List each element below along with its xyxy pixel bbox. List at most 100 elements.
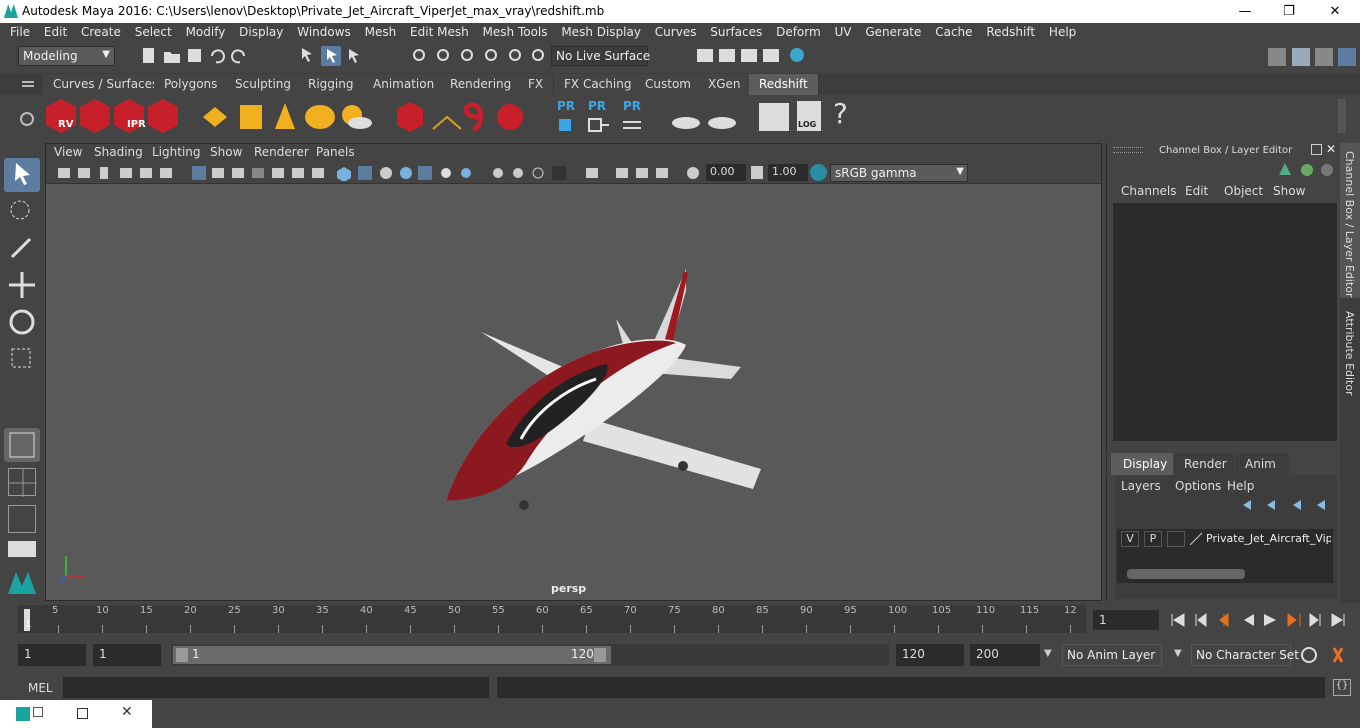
menu-redshift[interactable]: Redshift xyxy=(986,23,1035,39)
maximize-button[interactable]: ❐ xyxy=(1266,2,1312,21)
menu-create[interactable]: Create xyxy=(81,23,121,39)
maya-home-icon[interactable] xyxy=(6,568,38,596)
chevron-down-icon[interactable]: ▼ xyxy=(1174,648,1182,659)
menu-deform[interactable]: Deform xyxy=(776,23,821,39)
shelf-scrollbar[interactable] xyxy=(1338,99,1346,133)
tab-xgen[interactable]: XGen xyxy=(698,74,752,95)
gamma-field[interactable]: 1.00 xyxy=(768,164,808,181)
vp-menu-lighting[interactable]: Lighting xyxy=(152,145,201,159)
tab-animation[interactable]: Animation xyxy=(363,74,446,95)
tab-fx[interactable]: FX xyxy=(518,74,555,95)
menu-generate[interactable]: Generate xyxy=(865,23,921,39)
vp-menu-panels[interactable]: Panels xyxy=(316,145,355,159)
current-frame-field[interactable]: 1 xyxy=(1093,610,1159,630)
tab-rigging[interactable]: Rigging xyxy=(298,74,365,95)
cb-menu-edit[interactable]: Edit xyxy=(1185,184,1208,198)
end-time-field[interactable]: 200 xyxy=(970,644,1040,666)
select-tool-button[interactable] xyxy=(4,158,40,192)
start-time-field[interactable]: 1 xyxy=(18,644,86,666)
scale-tool-button[interactable] xyxy=(4,341,40,375)
menu-mesh-display[interactable]: Mesh Display xyxy=(561,23,641,39)
shelf-menu-icon[interactable] xyxy=(22,81,34,83)
tab-fx-caching[interactable]: FX Caching xyxy=(554,74,643,95)
restore-icon[interactable] xyxy=(33,707,43,717)
script-editor-icon[interactable]: {} xyxy=(1333,679,1351,696)
layer-list-scrollbar[interactable] xyxy=(1127,569,1245,579)
maximize-icon[interactable] xyxy=(77,708,88,719)
lasso-tool-button[interactable] xyxy=(4,196,40,230)
layer-menu-layers[interactable]: Layers xyxy=(1121,479,1161,493)
live-surface-field[interactable]: No Live Surface xyxy=(551,46,650,66)
outliner-layout-button[interactable] xyxy=(8,505,36,533)
vp-menu-shading[interactable]: Shading xyxy=(94,145,143,159)
layer-visibility-toggle[interactable]: V xyxy=(1121,531,1139,547)
exposure-field[interactable]: 0.00 xyxy=(706,164,746,181)
menu-curves[interactable]: Curves xyxy=(655,23,697,39)
mel-label[interactable]: MEL xyxy=(28,681,53,695)
minimize-button[interactable]: — xyxy=(1222,2,1268,21)
menu-modify[interactable]: Modify xyxy=(186,23,226,39)
layer-display-type-toggle[interactable] xyxy=(1167,531,1185,547)
layer-color-swatch[interactable] xyxy=(1189,532,1203,546)
tab-redshift[interactable]: Redshift xyxy=(749,74,819,95)
jet-aircraft-model[interactable] xyxy=(436,259,766,519)
layer-name[interactable]: Private_Jet_Aircraft_Viper xyxy=(1206,532,1331,545)
close-button[interactable]: ✕ xyxy=(1312,2,1358,21)
command-input[interactable] xyxy=(63,677,489,698)
panel-grip-icon[interactable] xyxy=(1113,147,1143,153)
menu-mesh[interactable]: Mesh xyxy=(365,23,397,39)
menu-mesh-tools[interactable]: Mesh Tools xyxy=(483,23,548,39)
menu-uv[interactable]: UV xyxy=(835,23,852,39)
range-end-handle[interactable] xyxy=(594,648,606,662)
vp-menu-renderer[interactable]: Renderer xyxy=(254,145,309,159)
single-perspective-layout-button[interactable] xyxy=(4,428,40,462)
cb-menu-object[interactable]: Object xyxy=(1224,184,1263,198)
vp-menu-show[interactable]: Show xyxy=(210,145,242,159)
minimized-window[interactable]: ✕ xyxy=(0,700,152,728)
menu-windows[interactable]: Windows xyxy=(297,23,351,39)
character-set-dropdown[interactable]: No Character Set xyxy=(1191,644,1299,666)
tab-sculpting[interactable]: Sculpting xyxy=(225,74,303,95)
menu-display[interactable]: Display xyxy=(239,23,283,39)
chevron-down-icon[interactable]: ▼ xyxy=(1044,648,1052,659)
shelf-settings-gear-icon[interactable] xyxy=(20,112,34,126)
help-question-icon[interactable]: ? xyxy=(833,97,848,130)
layer-tab-display[interactable]: Display xyxy=(1111,453,1173,475)
cb-menu-channels[interactable]: Channels xyxy=(1121,184,1177,198)
anim-layer-dropdown[interactable]: No Anim Layer xyxy=(1062,644,1162,666)
tab-custom[interactable]: Custom xyxy=(635,74,702,95)
close-panel-icon[interactable]: ✕ xyxy=(1326,142,1336,156)
menu-cache[interactable]: Cache xyxy=(935,23,972,39)
playback-end-field[interactable]: 120 xyxy=(896,644,964,666)
mode-dropdown[interactable]: Modeling ▼ xyxy=(18,46,115,66)
menu-help[interactable]: Help xyxy=(1049,23,1076,39)
tab-rendering[interactable]: Rendering xyxy=(440,74,523,95)
range-slider[interactable]: 1 120 xyxy=(171,644,889,666)
menu-edit[interactable]: Edit xyxy=(44,23,67,39)
playback-start-field[interactable]: 1 xyxy=(93,644,161,666)
layer-playback-toggle[interactable]: P xyxy=(1144,531,1162,547)
side-tab-channel-box[interactable]: Channel Box / Layer Editor xyxy=(1343,151,1356,298)
layer-tab-render[interactable]: Render xyxy=(1174,453,1234,475)
menu-file[interactable]: File xyxy=(10,23,30,39)
range-start-handle[interactable] xyxy=(176,648,188,662)
side-tab-attribute-editor[interactable]: Attribute Editor xyxy=(1343,311,1356,396)
four-view-layout-button[interactable] xyxy=(8,468,37,497)
menu-edit-mesh[interactable]: Edit Mesh xyxy=(410,23,469,39)
vp-menu-view[interactable]: View xyxy=(54,145,82,159)
layout-toggle-button[interactable] xyxy=(8,541,36,557)
rotate-tool-button[interactable] xyxy=(4,305,40,339)
time-slider[interactable]: 5 10 15 20 25 30 35 40 45 50 55 60 65 70 75 80 85 90 95 100… xyxy=(18,605,1086,633)
move-tool-button[interactable] xyxy=(4,268,40,302)
menu-surfaces[interactable]: Surfaces xyxy=(710,23,762,39)
layer-tab-anim[interactable]: Anim xyxy=(1235,453,1289,475)
color-management-icon[interactable] xyxy=(810,164,827,181)
cb-menu-show[interactable]: Show xyxy=(1273,184,1305,198)
float-panel-icon[interactable] xyxy=(1311,144,1322,155)
layer-menu-help[interactable]: Help xyxy=(1227,479,1254,493)
tab-polygons[interactable]: Polygons xyxy=(154,74,229,95)
color-space-dropdown[interactable]: sRGB gamma ▼ xyxy=(830,164,968,182)
layer-menu-options[interactable]: Options xyxy=(1175,479,1221,493)
range-slider-bar[interactable] xyxy=(173,646,611,664)
paint-select-tool-button[interactable] xyxy=(4,231,40,265)
